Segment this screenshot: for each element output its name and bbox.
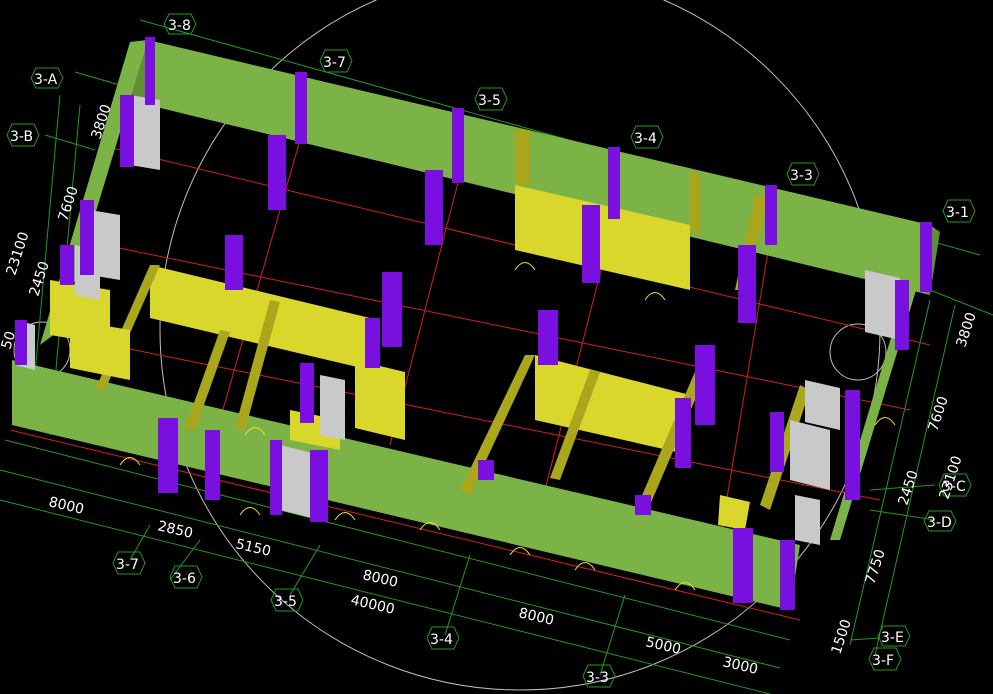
axis-label-3-3-top: 3-3 xyxy=(790,168,813,184)
axis-label-3-3-bot: 3-3 xyxy=(586,670,609,686)
axis-label-3-7-top: 3-7 xyxy=(323,55,346,71)
axis-label-3-5-bot: 3-5 xyxy=(274,594,297,610)
axis-label-3-D: 3-D xyxy=(927,515,952,531)
bim-3d-model-view[interactable]: 3-8 3-7 3-5 3-4 3-3 3-1 3-A 3-B 3-C 3-D … xyxy=(0,0,993,694)
axis-label-3-8: 3-8 xyxy=(168,18,191,34)
axis-label-3-B: 3-B xyxy=(10,129,33,145)
axis-label-3-7-bot: 3-7 xyxy=(116,557,139,573)
axis-label-3-6-bot: 3-6 xyxy=(173,571,196,587)
axis-label-3-E: 3-E xyxy=(881,630,904,646)
axis-label-3-A: 3-A xyxy=(34,72,58,88)
axis-label-3-F: 3-F xyxy=(872,653,894,669)
axis-label-3-1: 3-1 xyxy=(946,205,969,221)
axis-label-3-4-top: 3-4 xyxy=(634,131,657,147)
axis-label-3-4-bot: 3-4 xyxy=(430,632,453,648)
axis-label-3-5-top: 3-5 xyxy=(478,93,501,109)
